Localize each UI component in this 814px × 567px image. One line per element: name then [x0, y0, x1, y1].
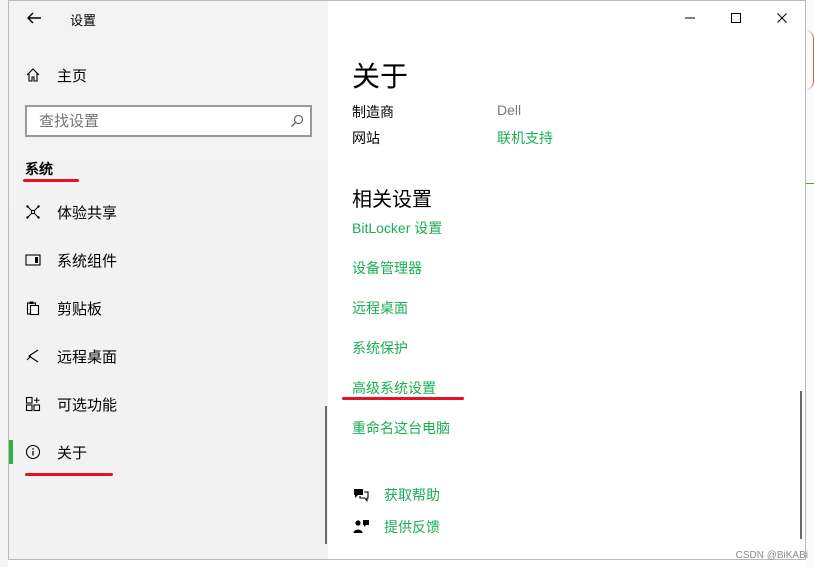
minimize-button[interactable]: [667, 1, 713, 35]
desktop-green-line: [806, 183, 814, 184]
sidebar-home-label: 主页: [57, 67, 88, 85]
related-settings-title: 相关设置: [352, 189, 432, 211]
sidebar: 设置 主页 系统: [9, 1, 328, 559]
link-remote-desktop[interactable]: 远程桌面: [352, 298, 408, 318]
optional-features-icon: [25, 396, 41, 412]
link-rename-pc[interactable]: 重命名这台电脑: [352, 418, 450, 438]
content-scrollbar[interactable]: [800, 391, 802, 539]
window-controls: [667, 1, 805, 35]
sidebar-scrollbar[interactable]: [325, 406, 327, 544]
feedback-icon: [352, 518, 370, 536]
search-input[interactable]: [37, 112, 281, 131]
sidebar-item-label: 系统组件: [57, 252, 118, 270]
chat-help-icon: [352, 486, 370, 504]
sidebar-item-label: 远程桌面: [57, 348, 118, 366]
get-help-row[interactable]: 获取帮助: [352, 485, 440, 505]
feedback-link[interactable]: 提供反馈: [384, 517, 440, 537]
info-key: 制造商: [352, 104, 394, 120]
sidebar-item-label: 剪贴板: [57, 300, 103, 318]
online-support-link[interactable]: 联机支持: [497, 128, 553, 148]
maximize-button[interactable]: [713, 1, 759, 35]
desktop-background-left: [0, 0, 8, 567]
window-title: 设置: [70, 13, 97, 28]
get-help-link[interactable]: 获取帮助: [384, 485, 440, 505]
section-title-system: 系统: [25, 161, 53, 177]
sidebar-item-about[interactable]: 关于: [9, 432, 328, 472]
home-icon: [25, 67, 41, 83]
share-experience-icon: [25, 204, 41, 220]
annotation-underline-system: [23, 179, 79, 182]
maximize-icon: [731, 13, 741, 23]
settings-window: 设置 主页 系统: [8, 0, 806, 560]
sidebar-item-remote-desktop[interactable]: 远程桌面: [9, 336, 328, 376]
feedback-row[interactable]: 提供反馈: [352, 517, 440, 537]
remote-desktop-icon: [25, 348, 41, 364]
link-system-protection[interactable]: 系统保护: [352, 338, 408, 358]
annotation-underline-about: [25, 473, 113, 476]
annotation-underline-advanced: [342, 397, 464, 400]
sidebar-item-label: 体验共享: [57, 204, 118, 222]
link-bitlocker-settings[interactable]: BitLocker 设置: [352, 218, 442, 238]
sidebar-item-home[interactable]: 主页: [9, 57, 328, 93]
system-components-icon: [25, 252, 41, 268]
close-icon: [777, 13, 787, 23]
sidebar-item-optional-features[interactable]: 可选功能: [9, 384, 328, 424]
sidebar-item-system-components[interactable]: 系统组件: [9, 240, 328, 280]
info-value: Dell: [497, 102, 522, 118]
sidebar-item-clipboard[interactable]: 剪贴板: [9, 288, 328, 328]
title-bar-left: 设置: [9, 1, 328, 35]
close-button[interactable]: [759, 1, 805, 35]
search-icon[interactable]: [290, 114, 304, 128]
main-content: 关于 制造商 Dell 网站 联机支持 相关设置 BitLocker 设置 设备…: [328, 1, 805, 559]
desktop-red-arc: [805, 30, 814, 90]
back-button[interactable]: [23, 7, 45, 29]
minimize-icon: [685, 17, 695, 19]
link-device-manager[interactable]: 设备管理器: [352, 258, 422, 278]
link-advanced-system-settings[interactable]: 高级系统设置: [352, 378, 436, 398]
watermark: CSDN @BiKABi: [735, 550, 808, 561]
info-icon: [25, 444, 41, 460]
search-box[interactable]: [25, 105, 312, 137]
sidebar-item-label: 可选功能: [57, 396, 118, 414]
sidebar-item-share-experience[interactable]: 体验共享: [9, 192, 328, 232]
back-arrow-icon: [27, 12, 41, 24]
page-title: 关于: [352, 61, 409, 92]
info-key: 网站: [352, 130, 380, 146]
clipboard-icon: [25, 300, 41, 316]
sidebar-item-label: 关于: [57, 444, 88, 462]
